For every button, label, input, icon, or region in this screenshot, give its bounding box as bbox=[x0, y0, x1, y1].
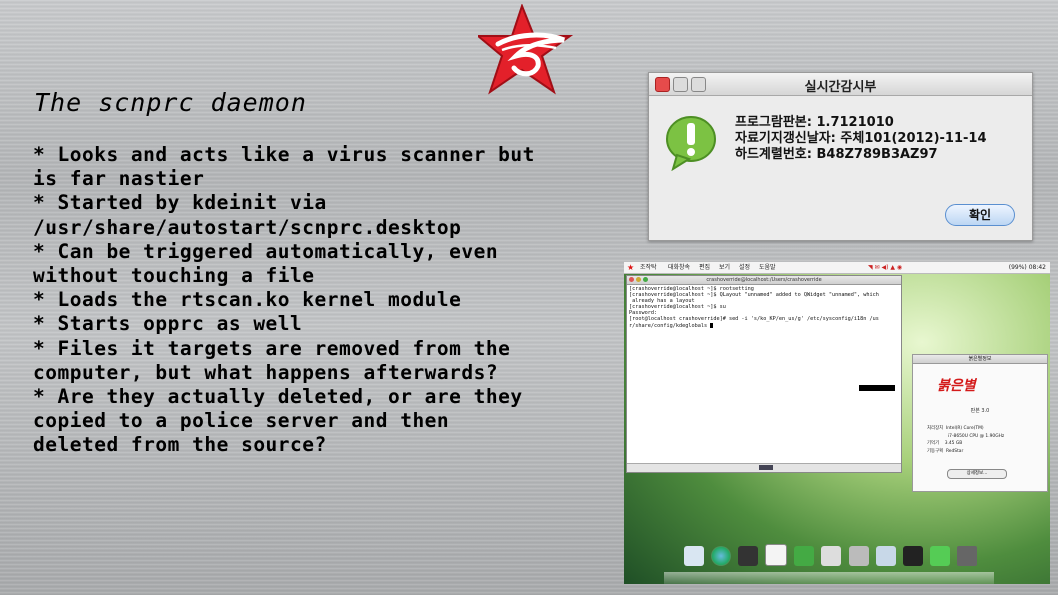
notes-app-icon[interactable] bbox=[684, 546, 704, 566]
bullet-line: * Starts opprc as well bbox=[33, 312, 303, 336]
scanner-dialog: 실시간감시부 프로그람판본: 1.7121010 자료기지갱신날자: 주체101… bbox=[648, 72, 1033, 241]
sysinfo-title: 붉은별정보 bbox=[913, 355, 1047, 364]
bullet-line: * Can be triggered automatically, even bbox=[33, 239, 499, 263]
movie-clapper-icon[interactable] bbox=[738, 546, 759, 566]
menu-item[interactable]: 도움말 bbox=[759, 262, 776, 273]
bullet-list: * Looks and acts like a virus scanner bu… bbox=[33, 143, 535, 458]
dialog-title: 실시간감시부 bbox=[804, 80, 877, 95]
slide-title: The scnprc daemon bbox=[34, 88, 307, 117]
terminal-icon[interactable] bbox=[902, 546, 923, 566]
bullet-line: copied to a police server and then bbox=[33, 409, 450, 433]
battery-level: (99%) bbox=[1008, 264, 1027, 271]
spec-line: i7-8650U CPU @ 1.90GHz bbox=[927, 433, 1005, 439]
terminal-cursor bbox=[710, 322, 714, 328]
calculator-icon[interactable] bbox=[848, 546, 869, 566]
bullet-line: is far nastier bbox=[33, 167, 205, 191]
hardware-serial: 하드계렬번호: B48Z789B3AZ97 bbox=[735, 147, 938, 162]
bullet-line: * Looks and acts like a virus scanner bu… bbox=[33, 143, 535, 166]
terminal-titlebar: crashoverride@localhost:/Users/crashover… bbox=[627, 276, 901, 285]
mail-icon[interactable] bbox=[821, 546, 842, 566]
bullet-line: without touching a file bbox=[33, 264, 315, 288]
close-button[interactable] bbox=[629, 277, 634, 282]
program-version: 프로그람판본: 1.7121010 bbox=[735, 115, 894, 130]
terminal-title: crashoverride@localhost:/Users/crashover… bbox=[706, 277, 822, 283]
red-star-logo-icon bbox=[478, 4, 574, 95]
calendar-icon[interactable] bbox=[765, 544, 788, 566]
menu-item[interactable]: 설정 bbox=[739, 262, 750, 273]
terminal-window[interactable]: crashoverride@localhost:/Users/crashover… bbox=[626, 275, 902, 473]
bullet-line: /usr/share/autostart/scnprc.desktop bbox=[33, 215, 462, 239]
terminal-output: [crashoverride@localhost ~]$ rootsetting… bbox=[627, 285, 901, 330]
details-button[interactable]: 상세정보... bbox=[947, 469, 1007, 479]
minimize-button[interactable] bbox=[636, 277, 641, 282]
menu-item[interactable]: 대화창속 bbox=[668, 262, 690, 273]
clock: 08:42 bbox=[1028, 264, 1046, 271]
database-update-date: 자료기지갱신날자: 주체101(2012)-11-14 bbox=[735, 131, 987, 146]
star-menu-icon[interactable]: ★ bbox=[627, 262, 634, 273]
dock bbox=[684, 544, 1004, 572]
terminal-block bbox=[859, 385, 895, 391]
dock-shelf bbox=[664, 572, 994, 584]
menu-item[interactable]: 보기 bbox=[719, 262, 730, 273]
menu-item[interactable]: 조작탁 bbox=[640, 262, 657, 273]
menu-item[interactable]: 편집 bbox=[699, 262, 710, 273]
browser-globe-icon[interactable] bbox=[711, 546, 732, 566]
clock-area: (99%) 08:42 bbox=[1009, 262, 1046, 273]
redstar-logo: 붉은별 bbox=[937, 378, 976, 394]
bullet-line: * Loads the rtscan.ko kernel module bbox=[33, 288, 462, 312]
bullet-line: computer, but what happens afterwards? bbox=[33, 360, 499, 384]
trash-icon[interactable] bbox=[956, 546, 977, 566]
os-version: 판본 3.0 bbox=[970, 408, 990, 414]
ok-button[interactable]: 확인 bbox=[945, 204, 1015, 226]
dialog-titlebar: 실시간감시부 bbox=[649, 73, 1032, 96]
settings-icon[interactable] bbox=[875, 546, 896, 566]
terminal-statusbar bbox=[627, 463, 901, 472]
spec-line: 처리장치 Intel(R) Core(TM) bbox=[927, 426, 984, 431]
tray-icons[interactable]: ◥ ✉ ◀) ▲ ◉ bbox=[868, 262, 928, 273]
system-specs: 처리장치 Intel(R) Core(TM) i7-8650U CPU @ 1.… bbox=[927, 425, 1004, 455]
bullet-line: * Started by kdeinit via bbox=[33, 191, 327, 215]
terminal-tab[interactable] bbox=[759, 465, 773, 470]
bullet-line: deleted from the source? bbox=[33, 433, 327, 457]
spec-line: 기동구획 RedStar bbox=[927, 448, 964, 454]
terminal-line: r/share/config/kdeglobals bbox=[629, 322, 711, 329]
exclamation-icon bbox=[666, 116, 716, 171]
system-info-window[interactable]: 붉은별정보 붉은별 판본 3.0 처리장치 Intel(R) Core(TM) … bbox=[912, 354, 1048, 492]
contacts-icon[interactable] bbox=[794, 546, 815, 566]
desktop-screenshot: ★ 조작탁 대화창속 편집 보기 설정 도움말 ◥ ✉ ◀) ▲ ◉ (99%)… bbox=[624, 262, 1050, 584]
menu-bar: ★ 조작탁 대화창속 편집 보기 설정 도움말 ◥ ✉ ◀) ▲ ◉ (99%)… bbox=[624, 262, 1050, 274]
dialog-info: 프로그람판본: 1.7121010 자료기지갱신날자: 주체101(2012)-… bbox=[735, 115, 987, 163]
spec-line: 기억기 3.45 GB bbox=[927, 441, 963, 446]
bullet-line: * Are they actually deleted, or are they bbox=[33, 385, 523, 409]
app-store-icon[interactable] bbox=[929, 546, 950, 566]
bullet-line: * Files it targets are removed from the bbox=[33, 336, 511, 360]
zoom-button[interactable] bbox=[643, 277, 648, 282]
